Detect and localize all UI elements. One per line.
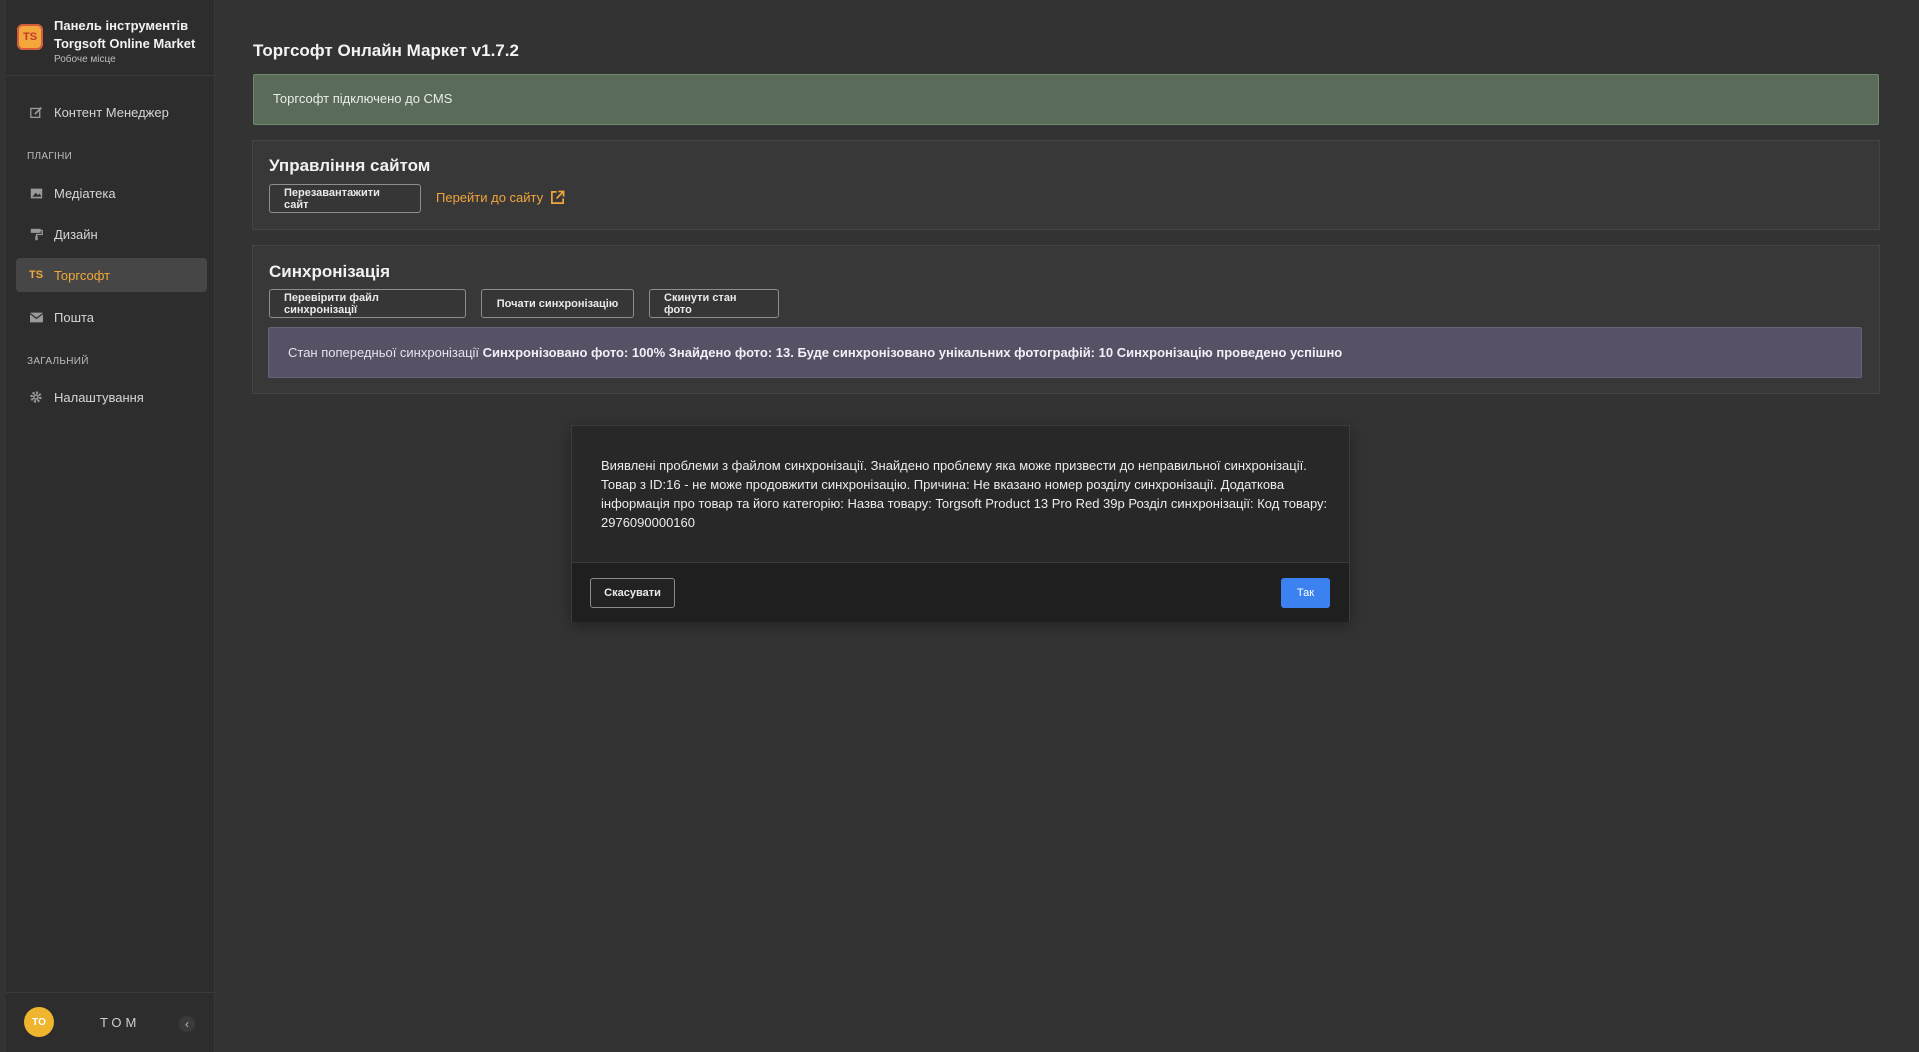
edit-icon <box>28 104 44 120</box>
ts-icon: TS <box>28 269 44 281</box>
site-management-card: Управління сайтом <box>252 140 1880 230</box>
cms-connected-alert: Торгсофт підключено до CMS <box>253 74 1879 125</box>
brand-logo: TS <box>17 24 43 50</box>
page-title: Торгсофт Онлайн Маркет v1.7.2 <box>253 41 519 60</box>
collapse-sidebar-icon[interactable]: ‹ <box>179 1016 195 1032</box>
reload-site-button[interactable]: Перезавантажити сайт <box>269 184 421 213</box>
start-sync-button[interactable]: Почати синхронізацію <box>481 289 634 318</box>
sidebar-item-label: Налаштування <box>54 389 144 405</box>
dialog-message: Виявлені проблеми з файлом синхронізації… <box>601 458 1328 530</box>
sidebar-item-design[interactable]: Дизайн <box>16 217 207 251</box>
sync-status-panel: Стан попередньої синхронізації Синхроніз… <box>268 327 1862 378</box>
sync-status-detail: Синхронізовано фото: 100% Знайдено фото:… <box>482 345 1343 360</box>
ok-button[interactable]: Так <box>1281 578 1330 608</box>
sidebar-item-media[interactable]: Медіатека <box>16 176 207 210</box>
goto-site-link[interactable]: Перейти до сайту <box>436 190 565 205</box>
username: ТОМ <box>100 1015 141 1030</box>
sync-title: Синхронізація <box>269 262 390 281</box>
sidebar-item-content-manager[interactable]: Контент Менеджер <box>16 95 207 129</box>
paint-roller-icon <box>28 226 44 242</box>
sidebar-footer: TO ТОМ ‹ <box>6 992 215 1052</box>
envelope-icon <box>28 309 44 325</box>
brand-title: Панель інструментів Torgsoft Online Mark… <box>54 18 196 51</box>
reset-photo-state-button[interactable]: Скинути стан фото <box>649 289 779 318</box>
image-icon <box>28 185 44 201</box>
nav-section-general: ЗАГАЛЬНИЙ <box>27 356 89 367</box>
sidebar: TS Панель інструментів Torgsoft Online M… <box>6 0 215 1052</box>
sync-status-prefix: Стан попередньої синхронізації <box>288 345 480 360</box>
nav-section-plugins: ПЛАГІНИ <box>27 151 73 162</box>
sidebar-item-mail[interactable]: Пошта <box>16 300 207 334</box>
sidebar-item-label: Дизайн <box>54 226 98 242</box>
sidebar-item-label: Медіатека <box>54 185 116 201</box>
external-link-icon <box>551 190 565 204</box>
gear-icon <box>28 389 44 405</box>
sync-problem-dialog: Виявлені проблеми з файлом синхронізації… <box>571 425 1350 622</box>
site-management-title: Управління сайтом <box>269 156 431 175</box>
goto-site-label: Перейти до сайту <box>436 190 544 205</box>
sidebar-item-torgsoft[interactable]: TS Торгсофт <box>16 258 207 292</box>
sidebar-item-label: Торгсофт <box>54 267 111 283</box>
avatar[interactable]: TO <box>24 1007 54 1037</box>
sidebar-item-settings[interactable]: Налаштування <box>16 380 207 414</box>
app-root: TS Панель інструментів Torgsoft Online M… <box>0 0 1919 1052</box>
cancel-button[interactable]: Скасувати <box>590 578 675 608</box>
check-sync-file-button[interactable]: Перевірити файл синхронізації <box>269 289 466 318</box>
sidebar-item-label: Контент Менеджер <box>54 104 169 120</box>
dialog-footer: Скасувати Так <box>572 562 1349 622</box>
brand-header: TS Панель інструментів Torgsoft Online M… <box>6 0 215 76</box>
brand-subtitle: Робоче місце <box>54 54 116 65</box>
sidebar-item-label: Пошта <box>54 309 95 325</box>
